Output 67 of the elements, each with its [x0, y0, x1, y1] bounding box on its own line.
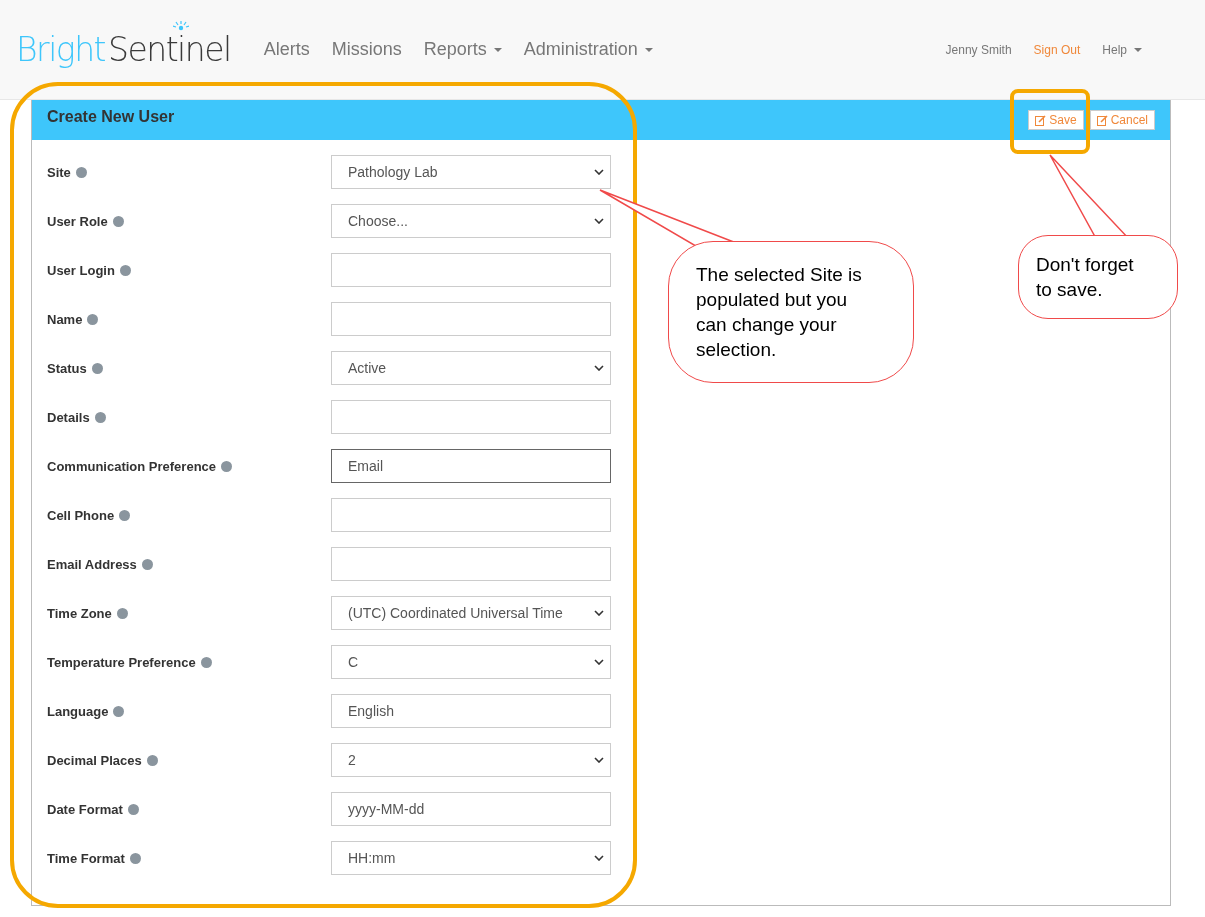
help-icon[interactable] [112, 215, 124, 227]
sunburst-icon [173, 21, 189, 31]
help-icon[interactable] [221, 460, 233, 472]
dropdown-select[interactable]: 2 [331, 743, 611, 777]
input-field[interactable] [331, 400, 611, 434]
field-label: Site [47, 164, 71, 180]
input-field[interactable]: English [331, 694, 611, 728]
input-field[interactable] [331, 547, 611, 581]
field-label: User Role [47, 213, 108, 229]
input-field[interactable] [331, 498, 611, 532]
help-icon[interactable] [119, 264, 131, 276]
field-label: Cell Phone [47, 507, 115, 523]
help-icon[interactable] [75, 166, 87, 178]
dropdown-select[interactable]: HH:mm [331, 841, 611, 875]
help-menu[interactable]: Help [1091, 42, 1153, 57]
chevron-down-icon [594, 169, 604, 175]
nav-link[interactable]: Alerts [252, 39, 321, 60]
field-label: Date Format [47, 801, 123, 817]
help-icon[interactable] [200, 656, 212, 668]
field-label: User Login [47, 262, 115, 278]
dropdown-select[interactable]: Pathology Lab [331, 155, 611, 189]
help-icon[interactable] [129, 852, 141, 864]
help-icon[interactable] [113, 705, 125, 717]
caret-icon [644, 47, 653, 52]
field-label: Language [47, 703, 109, 719]
help-icon[interactable] [91, 362, 103, 374]
help-icon[interactable] [94, 411, 106, 423]
input-field[interactable] [331, 302, 611, 336]
field-label: Name [47, 311, 83, 327]
help-icon[interactable] [141, 558, 153, 570]
input-field[interactable]: Email [331, 449, 611, 483]
field-label: Temperature Preference [47, 654, 196, 670]
field-label: Status [47, 360, 87, 376]
help-icon[interactable] [116, 607, 128, 619]
brand-logo[interactable]: BrightSentinel [16, 20, 231, 69]
chevron-down-icon [594, 855, 604, 861]
nav-link[interactable]: Missions [320, 39, 413, 60]
help-icon[interactable] [127, 803, 139, 815]
user-name-link[interactable]: Jenny Smith [934, 42, 1023, 57]
chevron-down-icon [594, 659, 604, 665]
field-label: Time Format [47, 850, 125, 866]
help-icon[interactable] [87, 313, 99, 325]
dropdown-select[interactable]: (UTC) Coordinated Universal Time [331, 596, 611, 630]
chevron-down-icon [594, 365, 604, 371]
input-field[interactable]: yyyy-MM-dd [331, 792, 611, 826]
dropdown-select[interactable]: Active [331, 351, 611, 385]
dropdown-select[interactable]: C [331, 645, 611, 679]
caret-icon [493, 47, 502, 52]
field-label: Details [47, 409, 90, 425]
callout-bubble: Don't forget to save. [1018, 235, 1178, 319]
field-label: Decimal Places [47, 752, 142, 768]
field-label: Email Address [47, 556, 137, 572]
caret-icon [1134, 47, 1142, 52]
chevron-down-icon [594, 218, 604, 224]
help-icon[interactable] [146, 754, 158, 766]
field-label: Communication Preference [47, 458, 217, 474]
chevron-down-icon [594, 610, 604, 616]
edit-icon [1035, 114, 1047, 126]
nav-link[interactable]: Administration [512, 39, 664, 60]
nav-link[interactable]: Reports [412, 39, 513, 60]
dropdown-select[interactable]: Choose... [331, 204, 611, 238]
chevron-down-icon [594, 757, 604, 763]
panel-title: Create New User [47, 108, 175, 126]
input-field[interactable] [331, 253, 611, 287]
help-icon[interactable] [119, 509, 131, 521]
edit-icon [1096, 114, 1108, 126]
field-label: Time Zone [47, 605, 112, 621]
